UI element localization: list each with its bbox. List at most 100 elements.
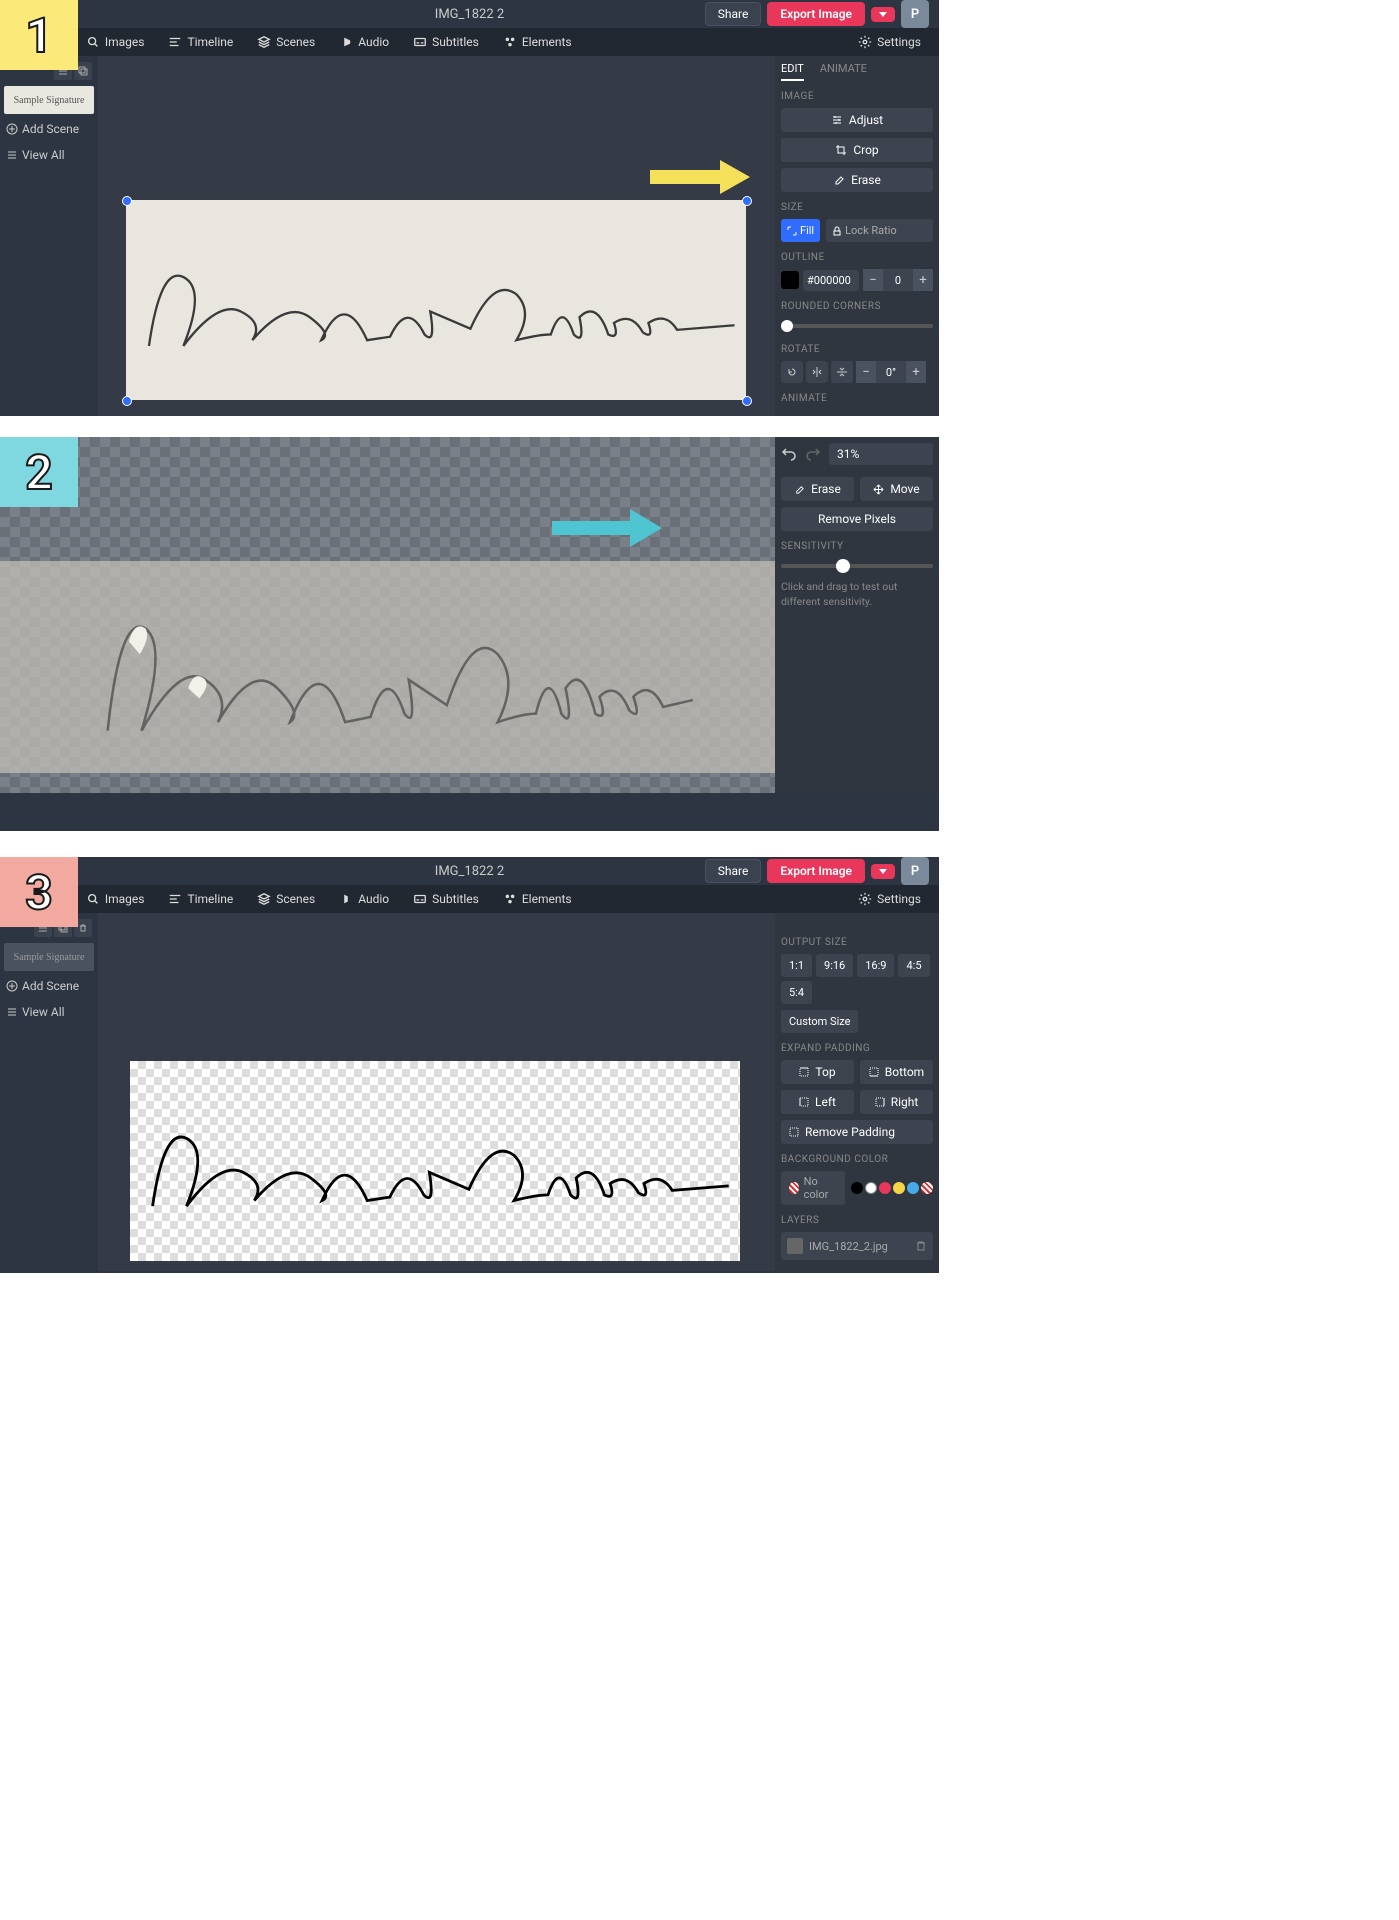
color-red[interactable] xyxy=(879,1182,891,1194)
remove-pixels-button[interactable]: Remove Pixels xyxy=(781,507,933,531)
redo-button[interactable] xyxy=(805,445,821,464)
settings-button-3[interactable]: Settings xyxy=(850,888,929,910)
color-transparent[interactable] xyxy=(921,1182,933,1194)
padding-top-button[interactable]: Top xyxy=(781,1060,854,1084)
view-all-button[interactable]: View All xyxy=(4,144,94,166)
properties-panel: EDIT ANIMATE IMAGE Adjust Crop Erase SIZ… xyxy=(775,56,939,416)
arrow-annotation-1 xyxy=(650,152,750,202)
titlebar: Studio IMG_1822 2 Share Export Image P xyxy=(0,0,939,28)
stepper-minus[interactable]: − xyxy=(863,269,883,291)
section-animate-label: ANIMATE xyxy=(781,393,933,404)
tool-timeline[interactable]: Timeline xyxy=(158,31,243,53)
no-color-button[interactable]: No color xyxy=(781,1171,845,1205)
trash-icon[interactable] xyxy=(915,1240,927,1252)
share-button[interactable]: Share xyxy=(705,2,762,26)
ratio-4-5[interactable]: 4:5 xyxy=(898,954,929,977)
main-toolbar: Text Images Timeline Scenes Audio Subtit… xyxy=(0,28,939,56)
add-scene-button[interactable]: Add Scene xyxy=(4,118,94,140)
sensitivity-slider[interactable] xyxy=(781,564,933,568)
scene-thumbnail[interactable]: Sample Signature xyxy=(4,86,94,114)
crop-button[interactable]: Crop xyxy=(781,138,933,162)
search-icon xyxy=(86,35,100,49)
custom-size-button[interactable]: Custom Size xyxy=(781,1010,858,1033)
settings-button[interactable]: Settings xyxy=(850,31,929,53)
tool-elements[interactable]: Elements xyxy=(493,31,582,53)
tool-audio[interactable]: Audio xyxy=(329,31,399,53)
rotate-value[interactable] xyxy=(876,366,906,379)
canvas-area[interactable] xyxy=(98,56,775,416)
padding-bottom-button[interactable]: Bottom xyxy=(860,1060,933,1084)
selected-image[interactable] xyxy=(126,200,746,400)
scene-sidebar: Sample Signature Add Scene View All xyxy=(0,56,98,416)
color-white[interactable] xyxy=(865,1182,877,1194)
tool-audio-3[interactable]: Audio xyxy=(329,888,399,910)
scene-thumbnail-3[interactable]: Sample Signature xyxy=(4,943,94,971)
rotate-plus[interactable]: + xyxy=(906,361,926,383)
tab-edit[interactable]: EDIT xyxy=(781,62,804,81)
ratio-5-4[interactable]: 5:4 xyxy=(781,981,812,1004)
fill-button[interactable]: Fill xyxy=(781,219,820,242)
outline-width-value[interactable] xyxy=(883,274,913,287)
export-image-button-3[interactable]: Export Image xyxy=(767,859,865,883)
tool-scenes-3[interactable]: Scenes xyxy=(247,888,325,910)
avatar[interactable]: P xyxy=(901,0,929,28)
resize-handle-bl[interactable] xyxy=(122,396,132,406)
audio-icon xyxy=(339,892,353,906)
rounded-slider[interactable] xyxy=(781,324,933,328)
undo-button[interactable] xyxy=(781,445,797,464)
rotate-left-button[interactable] xyxy=(781,361,803,383)
tool-timeline-3[interactable]: Timeline xyxy=(158,888,243,910)
tool-subtitles-3[interactable]: Subtitles xyxy=(403,888,489,910)
panel-step-1: 1 Studio IMG_1822 2 Share Export Image P… xyxy=(0,0,939,416)
flip-h-button[interactable] xyxy=(806,361,828,383)
export-image-button[interactable]: Export Image xyxy=(767,2,865,26)
erase-canvas[interactable] xyxy=(0,437,775,793)
share-button-3[interactable]: Share xyxy=(705,859,762,883)
tool-elements-3[interactable]: Elements xyxy=(493,888,582,910)
view-all-button-3[interactable]: View All xyxy=(4,1001,94,1023)
ratio-1-1[interactable]: 1:1 xyxy=(781,954,812,977)
erase-button[interactable]: Erase xyxy=(781,168,933,192)
outline-width-stepper[interactable]: − + xyxy=(863,269,933,291)
canvas-area-3[interactable] xyxy=(98,913,775,1271)
erase-mode-button[interactable]: Erase xyxy=(781,477,854,501)
resize-handle-br[interactable] xyxy=(742,396,752,406)
tool-subtitles[interactable]: Subtitles xyxy=(403,31,489,53)
resize-handle-tl[interactable] xyxy=(122,196,132,206)
remove-padding-button[interactable]: Remove Padding xyxy=(781,1120,933,1144)
tool-scenes[interactable]: Scenes xyxy=(247,31,325,53)
export-dropdown-button-3[interactable] xyxy=(871,864,895,879)
ratio-9-16[interactable]: 9:16 xyxy=(816,954,853,977)
adjust-button[interactable]: Adjust xyxy=(781,108,933,132)
outline-hex-input[interactable] xyxy=(803,270,859,291)
tool-images-3[interactable]: Images xyxy=(76,888,155,910)
padding-right-button[interactable]: Right xyxy=(860,1090,933,1114)
scene-sidebar-3: Sample Signature Add Scene View All xyxy=(0,913,98,1271)
sensitivity-hint: Click and drag to test out different sen… xyxy=(781,580,933,609)
layer-item[interactable]: IMG_1822_2.jpg xyxy=(781,1232,933,1260)
color-blue[interactable] xyxy=(907,1182,919,1194)
border-bottom-icon xyxy=(869,1067,879,1077)
stepper-plus[interactable]: + xyxy=(913,269,933,291)
section-bg-label: BACKGROUND COLOR xyxy=(781,1154,933,1165)
tool-images[interactable]: Images xyxy=(76,31,155,53)
move-mode-button[interactable]: Move xyxy=(860,477,933,501)
rotate-angle-stepper[interactable]: − + xyxy=(856,361,926,383)
crop-icon xyxy=(835,144,847,156)
avatar-3[interactable]: P xyxy=(901,857,929,885)
panel-step-2: 2 31% Erase xyxy=(0,437,939,831)
flip-v-button[interactable] xyxy=(831,361,853,383)
scenes-icon xyxy=(257,35,271,49)
outline-color-swatch[interactable] xyxy=(781,271,799,289)
zoom-select[interactable]: 31% xyxy=(829,443,933,465)
export-dropdown-button[interactable] xyxy=(871,7,895,22)
color-yellow[interactable] xyxy=(893,1182,905,1194)
color-black[interactable] xyxy=(851,1182,863,1194)
ratio-16-9[interactable]: 16:9 xyxy=(857,954,894,977)
add-scene-button-3[interactable]: Add Scene xyxy=(4,975,94,997)
transparent-image[interactable] xyxy=(130,1061,740,1261)
lock-ratio-button[interactable]: Lock Ratio xyxy=(826,219,933,242)
padding-left-button[interactable]: Left xyxy=(781,1090,854,1114)
tab-animate[interactable]: ANIMATE xyxy=(820,62,867,81)
rotate-minus[interactable]: − xyxy=(856,361,876,383)
